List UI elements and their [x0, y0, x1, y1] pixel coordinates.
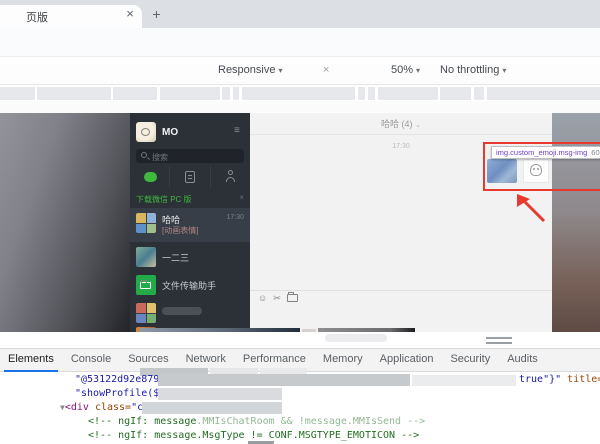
redaction-box [158, 374, 410, 386]
redaction-box [37, 87, 111, 100]
username: MO [162, 127, 178, 138]
chevron-down-icon: ▾ [416, 66, 420, 75]
redaction-box [233, 87, 239, 100]
redaction-box [487, 87, 600, 100]
chevron-down-icon: ▾ [502, 66, 506, 75]
redaction-box [440, 87, 471, 100]
zoom-dropdown[interactable]: 50%▾ [391, 64, 420, 76]
annotation-rectangle [483, 142, 600, 191]
screenshot-root: 页版 × + ↻ ⌂ i https://wx2.q Responsive▾ 1… [0, 0, 600, 444]
person-icon [226, 170, 236, 183]
search-input[interactable]: 搜索 [136, 149, 244, 163]
redaction-box [474, 87, 484, 100]
dimension-separator: × [323, 64, 329, 76]
annotation-arrow [508, 191, 554, 227]
redaction-box [368, 87, 375, 100]
chat-list-item[interactable] [130, 298, 250, 326]
divider [250, 290, 552, 291]
redaction-box [412, 375, 516, 386]
browser-toolbar: ↻ ⌂ i https://wx2.q [0, 28, 600, 57]
redaction-box [242, 87, 355, 100]
browser-tab[interactable] [0, 5, 142, 28]
tab-chats[interactable] [130, 166, 170, 188]
tab-elements[interactable]: Elements [8, 348, 54, 372]
tab-contacts[interactable] [170, 166, 210, 188]
redaction-box [378, 87, 438, 100]
send-file-icon[interactable] [287, 294, 298, 302]
file-helper-avatar [136, 275, 156, 295]
close-icon[interactable]: × [239, 193, 244, 202]
tab-close-icon[interactable]: × [122, 6, 138, 22]
device-mode-toolbar: Responsive▾ 1728 × 486 50%▾ No throttlin… [0, 57, 600, 85]
browser-tab-strip: 页版 × + [0, 0, 600, 28]
redaction-box [222, 87, 230, 100]
redaction-box [162, 307, 202, 315]
code-line[interactable]: true"}" title= [519, 374, 600, 385]
scissors-icon[interactable]: ✂ [273, 293, 287, 303]
code-line[interactable]: <!-- ngIf: message.MsgType != CONF.MSGTY… [88, 430, 419, 441]
viewport-margin [0, 332, 600, 348]
chat-list-item[interactable]: 一二三 [130, 242, 250, 270]
chat-list-item[interactable]: 文件传输助手 [130, 270, 250, 298]
search-icon [141, 152, 147, 158]
tab-console[interactable]: Console [71, 348, 111, 372]
redaction-box [358, 87, 365, 100]
user-avatar[interactable] [136, 122, 156, 142]
sidebar-tabs [130, 166, 250, 188]
devtools-panel: Elements Console Sources Network Perform… [0, 348, 600, 444]
chat-bubble-icon [144, 172, 157, 182]
emoji-icon[interactable]: ☺ [258, 293, 273, 303]
blur-overlay [196, 416, 426, 428]
chat-avatar [136, 247, 156, 267]
redaction-box [113, 87, 157, 100]
tab-audits[interactable]: Audits [507, 348, 538, 372]
page-background-left [0, 113, 130, 332]
tab-security[interactable]: Security [450, 348, 490, 372]
responsive-viewport: MO ≡ 搜索 下载微信 PC 版 × 哈哈 [0, 113, 600, 332]
redaction-box [142, 402, 282, 414]
redaction-box [158, 388, 282, 400]
blurred-bookmarks-strip [0, 86, 600, 101]
chevron-down-icon: ▾ [278, 66, 282, 75]
redaction-box [0, 87, 35, 100]
tab-memory[interactable]: Memory [323, 348, 363, 372]
download-banner-text: 下载微信 PC 版 [136, 194, 192, 205]
chevron-down-icon[interactable]: ⌄ [415, 122, 421, 129]
chat-list-item[interactable]: 哈哈 17:30 [动画表情] [130, 208, 250, 242]
new-tab-button[interactable]: + [148, 6, 165, 23]
contacts-icon [185, 171, 195, 183]
chat-input-toolbar: ☺✂ [258, 293, 298, 304]
elements-panel-code: "@53122d92e8799 true"}" title= "showProf… [0, 372, 600, 444]
group-avatar [136, 303, 156, 323]
wechat-sidebar: MO ≡ 搜索 下载微信 PC 版 × 哈哈 [130, 113, 250, 332]
chat-header: 哈哈 (4) ⌄ [250, 113, 552, 135]
search-placeholder: 搜索 [152, 152, 168, 163]
tab-title: 页版 [26, 9, 48, 25]
code-line[interactable]: "@53122d92e8799 [75, 374, 165, 385]
tab-profile[interactable] [211, 166, 250, 188]
code-line[interactable]: ▼<div class="con [60, 402, 155, 413]
throttling-dropdown[interactable]: No throttling▾ [440, 64, 506, 76]
group-avatar [136, 213, 156, 233]
viewport-resize-handle[interactable] [486, 337, 512, 344]
menu-icon[interactable]: ≡ [234, 125, 240, 136]
folder-icon [140, 282, 151, 289]
code-line[interactable]: "showProfile($e [75, 388, 165, 399]
spacer [0, 101, 600, 113]
tab-application[interactable]: Application [380, 348, 434, 372]
redaction-box [160, 87, 220, 100]
download-banner[interactable]: 下载微信 PC 版 × [130, 190, 250, 207]
redaction-box [325, 334, 387, 342]
device-type-dropdown[interactable]: Responsive▾ [218, 64, 283, 76]
